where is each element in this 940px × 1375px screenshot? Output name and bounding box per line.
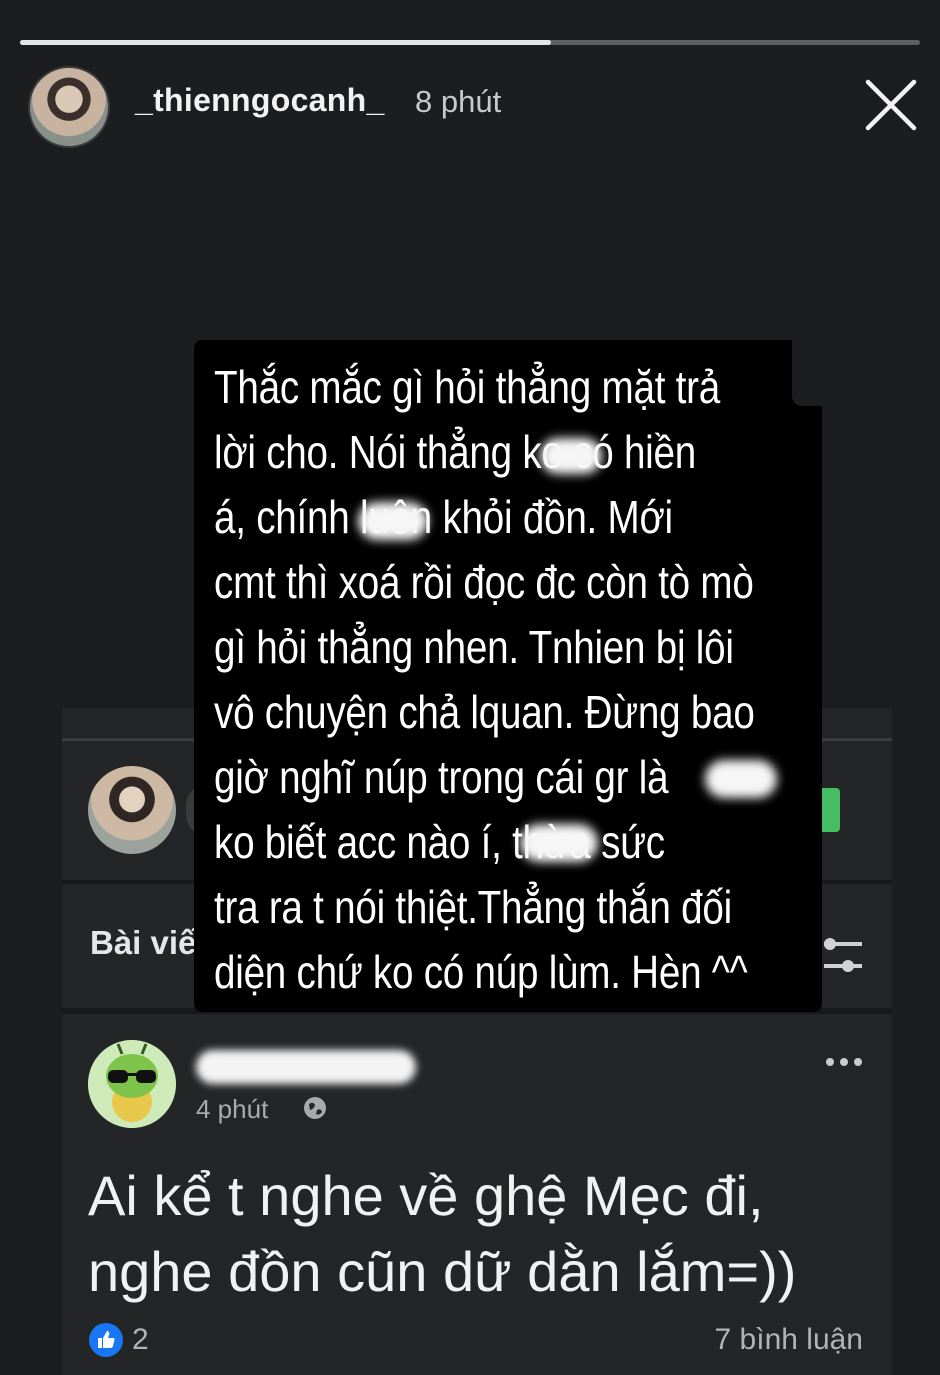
post-text: Ai kể t nghe về ghệ Mẹc đi, nghe đồn cũn… [88,1158,888,1310]
comment-count[interactable]: 7 bình luận [715,1323,863,1357]
story-text-line: cmt thì xoá rồi đọc đc còn tò mò [214,556,754,608]
censor-blur [358,502,428,540]
story-text-line: lời cho. Nói thẳng ko có hiền [214,426,697,478]
post-text-line: Ai kể t nghe về ghệ Mẹc đi, [88,1164,764,1227]
story-progress-fill [20,40,551,45]
story-text-line: gì hỏi thẳng nhen. Tnhien bị lôi [214,621,734,673]
story-text-line: ko biết acc nào í, thừa sức [214,816,665,868]
composer-avatar [88,766,176,854]
section-title: Bài viế [90,924,197,961]
censor-blur [705,760,777,798]
story-text-line: giờ nghĩ núp trong cái gr là [214,751,669,803]
story-text: Thắc mắc gì hỏi thẳng mặt trả lời cho. N… [214,355,858,1005]
like-icon [88,1322,124,1358]
more-icon[interactable] [822,1048,866,1076]
story-text-line: diện chứ ko có núp lùm. Hèn ^^ [214,946,748,998]
story-avatar[interactable] [28,66,110,148]
close-icon [865,79,917,131]
globe-icon [302,1095,328,1121]
story-text-line: tra ra t nói thiệt.Thẳng thắn đối [214,881,732,933]
story-progress-bar [20,40,920,45]
post-avatar [88,1040,176,1128]
post-text-line: nghe đồn cũn dữ dằn lắm=)) [88,1240,797,1303]
story-time: 8 phút [415,84,502,119]
post-author-name-censored [196,1050,416,1084]
censor-blur [520,824,598,862]
censor-blur [540,438,602,474]
story-text-line: Thắc mắc gì hỏi thẳng mặt trả [214,361,720,413]
story-text-line: vô chuyện chả lquan. Đừng bao [214,686,755,738]
post-time: 4 phút [196,1094,269,1124]
story-username[interactable]: _thienngocanh_ [135,82,385,119]
like-count: 2 [132,1323,149,1356]
story-text-line: á, chính luôn khỏi đồn. Mới [214,491,673,543]
close-button[interactable] [862,76,920,134]
